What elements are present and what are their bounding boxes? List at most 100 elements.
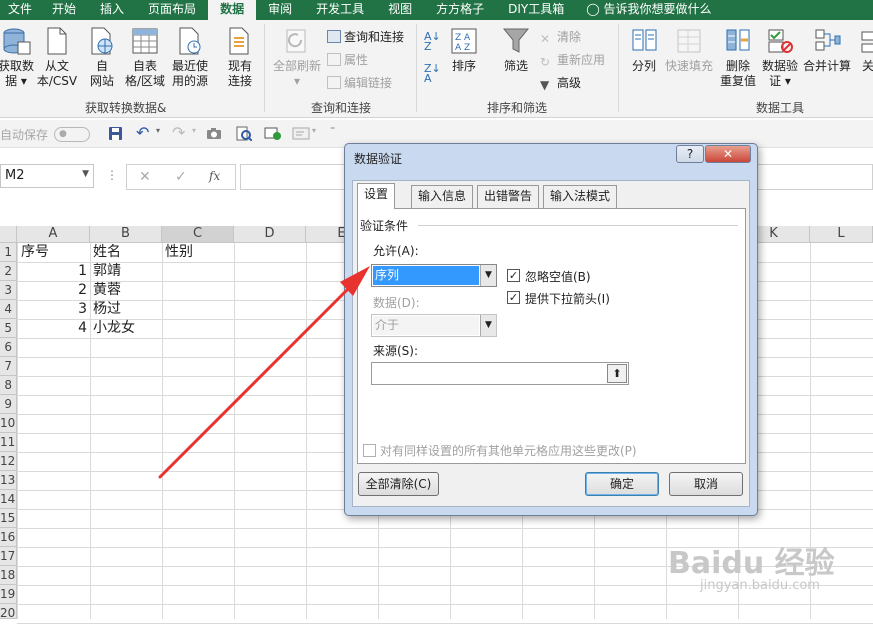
share-icon[interactable] [264, 126, 282, 141]
collapse-dialog-icon[interactable]: ⬆ [607, 364, 627, 383]
queries-connections-button[interactable]: 查询和连接 [327, 30, 404, 45]
row-header-2[interactable]: 2 [0, 262, 17, 281]
row-header-18[interactable]: 18 [0, 566, 17, 585]
existing-connections-button[interactable]: 现有 连接 [220, 26, 260, 89]
tab-insert[interactable]: 插入 [88, 0, 136, 20]
cell-b5[interactable]: 小龙女 [90, 319, 138, 338]
data-validation-button[interactable]: 数据验 证 ▾ [760, 26, 800, 89]
sort-az-button[interactable]: A↓ Z [424, 31, 441, 52]
undo-dropdown-icon[interactable]: ▾ [156, 126, 160, 135]
relationships-button[interactable]: 关 [858, 26, 873, 74]
cell-a2[interactable]: 1 [18, 262, 90, 281]
row-header-20[interactable]: 20 [0, 604, 17, 620]
column-header-a[interactable]: A [17, 226, 90, 243]
tab-settings[interactable]: 设置 [357, 183, 396, 209]
tab-error-alert[interactable]: 出错警告 [477, 185, 540, 208]
row-header-8[interactable]: 8 [0, 376, 17, 395]
cell-a3[interactable]: 2 [18, 281, 90, 300]
tab-ffgz[interactable]: 方方格子 [424, 0, 496, 20]
row-header-17[interactable]: 17 [0, 547, 17, 566]
tab-view[interactable]: 视图 [376, 0, 424, 20]
tab-data[interactable]: 数据 [208, 0, 257, 20]
sort-button[interactable]: Z AA Z 排序 [446, 26, 482, 74]
help-button[interactable]: ? [676, 145, 704, 163]
consolidate-button[interactable]: 合并计算 [802, 26, 852, 74]
redo-icon[interactable]: ↷ [172, 123, 185, 142]
row-header-4[interactable]: 4 [0, 300, 17, 319]
cell-c1[interactable]: 性别 [162, 243, 196, 262]
from-text-csv-button[interactable]: 从文 本/CSV [36, 26, 78, 89]
save-icon[interactable] [108, 126, 123, 141]
column-header-b[interactable]: B [90, 226, 162, 243]
column-header-l[interactable]: L [810, 226, 873, 243]
source-input[interactable]: ⬆ [371, 362, 629, 385]
row-header-16[interactable]: 16 [0, 528, 17, 547]
cell-b3[interactable]: 黄蓉 [90, 281, 124, 300]
tab-input-message[interactable]: 输入信息 [411, 185, 474, 208]
row-header-15[interactable]: 15 [0, 509, 17, 528]
ok-button[interactable]: 确定 [585, 472, 659, 496]
text-to-columns-button[interactable]: 分列 [626, 26, 662, 74]
cell-a1[interactable]: 序号 [18, 243, 52, 262]
reapply-button[interactable]: ↻ 重新应用 [540, 53, 605, 69]
tab-diy[interactable]: DIY工具箱 [496, 0, 576, 20]
clear-all-button[interactable]: 全部清除(C) [358, 472, 439, 496]
tab-file[interactable]: 文件 [0, 0, 40, 20]
enter-formula-icon[interactable]: ✓ [175, 169, 187, 185]
allow-select[interactable]: 序列 ▼ [371, 264, 497, 287]
tab-home[interactable]: 开始 [40, 0, 88, 20]
row-header-5[interactable]: 5 [0, 319, 17, 338]
row-header-19[interactable]: 19 [0, 585, 17, 604]
cell-b1[interactable]: 姓名 [90, 243, 124, 262]
refresh-all-button[interactable]: 全部刷新 ▾ [270, 26, 324, 89]
remove-duplicates-button[interactable]: 删除 重复值 [718, 26, 758, 89]
properties-button[interactable]: 属性 [327, 53, 368, 68]
cell-b2[interactable]: 郭靖 [90, 262, 124, 281]
recent-sources-button[interactable]: 最近使 用的源 [168, 26, 212, 89]
allow-dropdown-arrow-icon[interactable]: ▼ [480, 265, 496, 286]
select-all-corner[interactable] [0, 226, 17, 243]
advanced-filter-button[interactable]: ▼ 高级 [540, 76, 581, 92]
form-dropdown-icon[interactable]: ▾ [312, 126, 316, 135]
camera-icon[interactable] [206, 127, 222, 140]
tab-review[interactable]: 审阅 [256, 0, 304, 20]
cancel-formula-icon[interactable]: ✕ [139, 169, 151, 185]
row-header-12[interactable]: 12 [0, 452, 17, 471]
data-dropdown-arrow-icon[interactable]: ▼ [480, 315, 496, 336]
from-web-button[interactable]: 自 网站 [84, 26, 120, 89]
in-cell-dropdown-checkbox[interactable]: ✓ [507, 291, 520, 304]
print-preview-icon[interactable] [236, 126, 252, 141]
row-header-3[interactable]: 3 [0, 281, 17, 300]
close-button[interactable]: ✕ [705, 145, 751, 163]
cell-a4[interactable]: 3 [18, 300, 90, 319]
clear-filter-button[interactable]: ✕ 清除 [540, 30, 581, 46]
customize-qat-icon[interactable]: ⁼ [330, 125, 335, 136]
form-icon[interactable] [292, 127, 310, 140]
column-header-d[interactable]: D [234, 226, 306, 243]
row-header-1[interactable]: 1 [0, 243, 17, 262]
autosave-toggle[interactable]: ● [54, 127, 90, 142]
row-header-13[interactable]: 13 [0, 471, 17, 490]
tab-developer[interactable]: 开发工具 [304, 0, 376, 20]
row-header-10[interactable]: 10 [0, 414, 17, 433]
row-header-9[interactable]: 9 [0, 395, 17, 414]
apply-all-checkbox[interactable] [363, 444, 376, 457]
cell-b4[interactable]: 杨过 [90, 300, 124, 319]
cancel-button[interactable]: 取消 [669, 472, 743, 496]
redo-dropdown-icon[interactable]: ▾ [192, 126, 196, 135]
tab-page-layout[interactable]: 页面布局 [136, 0, 208, 20]
name-box-dropdown-icon[interactable]: ▼ [82, 169, 89, 179]
column-header-c[interactable]: C [162, 226, 234, 243]
flash-fill-button[interactable]: 快速填充 [664, 26, 714, 74]
name-box[interactable]: M2 ▼ [0, 164, 94, 188]
edit-links-button[interactable]: 编辑链接 [327, 76, 392, 91]
tab-ime-mode[interactable]: 输入法模式 [543, 185, 618, 208]
row-header-6[interactable]: 6 [0, 338, 17, 357]
filter-button[interactable]: 筛选 [498, 26, 534, 74]
undo-icon[interactable]: ↶ [136, 123, 149, 142]
data-select[interactable]: 介于 ▼ [371, 314, 497, 337]
row-header-14[interactable]: 14 [0, 490, 17, 509]
get-data-button[interactable]: 获取数 据 ▾ [0, 26, 34, 89]
tell-me-box[interactable]: ◯ 告诉我你想要做什么 [576, 0, 723, 20]
row-header-11[interactable]: 11 [0, 433, 17, 452]
